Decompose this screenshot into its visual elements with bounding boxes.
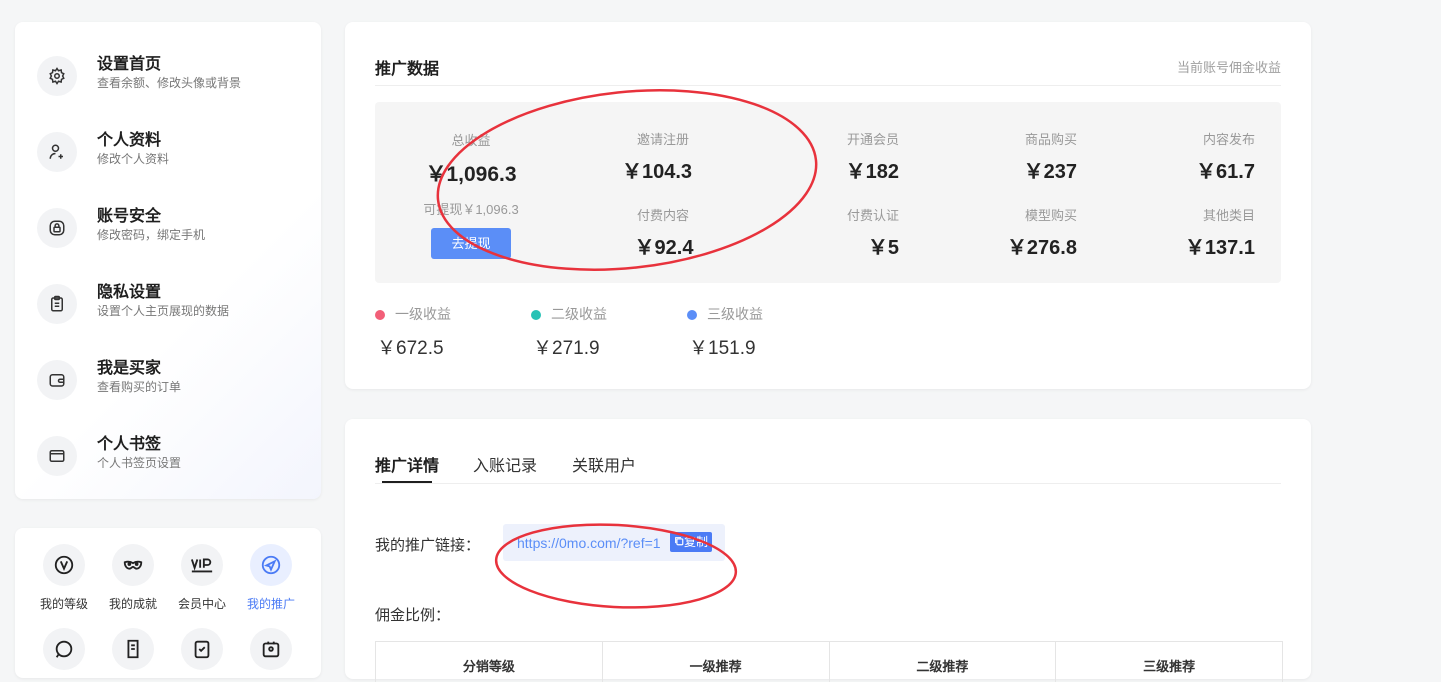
- withdraw-button[interactable]: 去提现: [431, 228, 511, 259]
- chat-bubble-icon: [43, 628, 85, 670]
- stat-value: ￥276.8: [1006, 237, 1077, 259]
- settings-menu: 设置首页 查看余额、修改头像或背景 个人资料 修改个人资料 账号安全 修改密码，…: [15, 22, 321, 499]
- legend-dot: [531, 310, 541, 320]
- shortcut-icon-id-card[interactable]: [239, 628, 303, 670]
- stat-label: 付费认证: [846, 208, 899, 223]
- shortcut-icon-document[interactable]: [101, 628, 165, 670]
- stat-value: ￥137.1: [1184, 237, 1255, 259]
- menu-item-desc: 修改密码，绑定手机: [97, 228, 206, 242]
- id-card-icon: [250, 628, 292, 670]
- menu-item-bookmarks[interactable]: 个人书签 个人书签页设置: [37, 430, 307, 490]
- stat-value: ￥237: [1023, 161, 1077, 183]
- user-edit-icon: [37, 132, 77, 172]
- menu-item-privacy[interactable]: 隐私设置 设置个人主页展现的数据: [37, 278, 307, 338]
- menu-item-desc: 查看购买的订单: [97, 380, 182, 394]
- stats-panel: 总收益 ￥1,096.3 可提现￥1,096.3 去提现 邀请注册 ￥104.3…: [375, 102, 1281, 283]
- menu-item-title: 个人资料: [97, 132, 162, 149]
- stat-value: ￥5: [867, 237, 899, 259]
- table-header-cell: 三级推荐: [1143, 659, 1196, 674]
- menu-item-desc: 修改个人资料: [97, 152, 170, 166]
- stat-label: 内容发布: [1202, 132, 1255, 147]
- promo-link-label: 我的推广链接：: [375, 537, 481, 554]
- stat-label: 模型购买: [1024, 208, 1077, 223]
- promo-detail-card: 推广详情 入账记录 关联用户 我的推广链接： https://0mo.com/?…: [345, 419, 1311, 682]
- stat-label: 付费内容: [636, 208, 690, 223]
- stat-label: 其他类目: [1202, 208, 1255, 223]
- document-icon: [112, 628, 154, 670]
- legend-value: ￥151.9: [689, 338, 756, 359]
- stat-label: 开通会员: [846, 132, 899, 147]
- menu-item-account-security[interactable]: 账号安全 修改密码，绑定手机: [37, 202, 307, 262]
- clipboard-icon: [37, 284, 77, 324]
- shortcut-grid: 我的等级 我的成就 会员中心 我的推广: [15, 528, 321, 678]
- menu-item-title: 我是买家: [97, 360, 162, 377]
- send-icon: [250, 544, 292, 586]
- tab-promo-details[interactable]: 推广详情: [375, 452, 439, 476]
- menu-item-settings-home[interactable]: 设置首页 查看余额、修改头像或背景: [37, 50, 307, 110]
- gear-icon: [37, 56, 77, 96]
- promo-link-url[interactable]: https://0mo.com/?ref=1: [517, 535, 661, 551]
- stat-value: ￥92.4: [634, 237, 694, 259]
- card-title: 推广数据: [375, 61, 440, 78]
- menu-item-desc: 设置个人主页展现的数据: [97, 304, 230, 318]
- lock-icon: [37, 208, 77, 248]
- table-header-cell: 二级推荐: [830, 642, 1057, 682]
- menu-item-buyer[interactable]: 我是买家 查看购买的订单: [37, 354, 307, 414]
- menu-item-desc: 个人书签页设置: [97, 456, 182, 470]
- divider: [375, 483, 1281, 484]
- shortcut-label: 我的成就: [108, 597, 157, 611]
- level-v-icon: [43, 544, 85, 586]
- legend-value: ￥271.9: [533, 338, 600, 359]
- shortcut-icon-chat[interactable]: [32, 628, 96, 670]
- vip-icon: [181, 544, 223, 586]
- stat-value: ￥182: [845, 161, 899, 183]
- table-header-cell: 一级推荐: [603, 642, 830, 682]
- menu-item-title: 个人书签: [97, 436, 162, 453]
- bookmark-card-icon: [37, 436, 77, 476]
- legend-label: 二级收益: [551, 306, 607, 322]
- copy-label: 复制: [684, 535, 709, 549]
- legend-label: 一级收益: [395, 306, 451, 322]
- shortcut-my-promotion[interactable]: 我的推广: [239, 544, 303, 612]
- shortcut-my-level[interactable]: 我的等级: [32, 544, 96, 612]
- legend-dot: [687, 310, 697, 320]
- menu-item-title: 隐私设置: [97, 284, 162, 301]
- stat-label: 邀请注册: [636, 132, 690, 147]
- mask-icon: [112, 544, 154, 586]
- menu-item-title: 设置首页: [97, 56, 162, 73]
- stat-value: ￥61.7: [1196, 161, 1255, 183]
- withdrawable-amount: 可提现￥1,096.3: [423, 202, 519, 217]
- legend-value: ￥672.5: [377, 338, 444, 359]
- shortcut-achievements[interactable]: 我的成就: [101, 544, 165, 612]
- menu-item-title: 账号安全: [97, 208, 162, 225]
- copy-button[interactable]: 复制: [670, 532, 713, 552]
- shortcut-label: 会员中心: [177, 597, 226, 611]
- shortcut-label: 我的推广: [246, 597, 295, 611]
- shortcut-vip-center[interactable]: 会员中心: [170, 544, 234, 612]
- total-income-label: 总收益: [451, 133, 491, 148]
- legend-dot: [375, 310, 385, 320]
- table-header-cell: 分销等级: [376, 642, 603, 682]
- commission-ratio-label: 佣金比例：: [375, 607, 451, 624]
- total-income-value: ￥1,096.3: [425, 163, 517, 186]
- wallet-icon: [37, 360, 77, 400]
- stat-label: 商品购买: [1024, 132, 1077, 147]
- stat-value: ￥104.3: [621, 161, 693, 183]
- card-note: 当前账号佣金收益: [1176, 60, 1281, 75]
- tab-related-users[interactable]: 关联用户: [572, 452, 636, 476]
- clipboard-check-icon: [181, 628, 223, 670]
- divider: [375, 85, 1281, 86]
- menu-item-desc: 查看余额、修改头像或背景: [97, 76, 242, 90]
- tab-income-records[interactable]: 入账记录: [473, 452, 537, 476]
- shortcut-icon-checklist[interactable]: [170, 628, 234, 670]
- shortcut-label: 我的等级: [39, 597, 88, 611]
- copy-icon: [675, 537, 684, 546]
- promo-data-card: 推广数据 当前账号佣金收益 总收益 ￥1,096.3 可提现￥1,096.3 去…: [345, 22, 1311, 389]
- promo-link-box: https://0mo.com/?ref=1 复制: [503, 524, 725, 561]
- menu-item-profile[interactable]: 个人资料 修改个人资料: [37, 126, 307, 186]
- legend-label: 三级收益: [707, 306, 763, 322]
- commission-table: 分销等级 一级推荐 二级推荐 三级推荐: [375, 641, 1283, 682]
